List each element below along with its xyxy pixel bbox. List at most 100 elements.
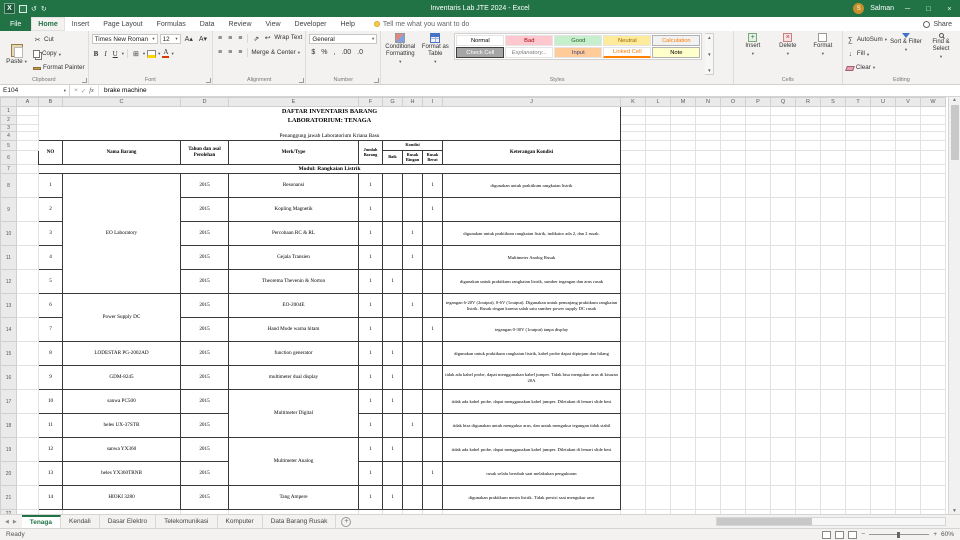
empty-cell[interactable] [820,317,846,342]
zoom-level[interactable]: 60% [941,531,954,538]
insert-function-icon[interactable]: fx [89,87,94,94]
empty-cell[interactable] [845,106,871,116]
empty-cell[interactable] [770,413,796,438]
empty-cell[interactable] [795,245,821,270]
empty-cell[interactable] [720,269,746,294]
ribbon-tab-insert[interactable]: Insert [65,17,97,31]
zoom-slider-thumb[interactable] [897,531,901,538]
cell-A14[interactable] [16,317,39,342]
delete-cells-button[interactable]: × Delete ▾ [772,33,804,75]
empty-cell[interactable] [770,269,796,294]
empty-cell[interactable] [720,164,746,174]
empty-cell[interactable] [745,221,771,246]
row-header-21[interactable]: 21 [0,485,17,510]
empty-cell[interactable] [870,164,896,174]
row-header-13[interactable]: 13 [0,293,17,318]
cell-keterangan[interactable]: digunakan praktikum mesin listrik. Tidak… [442,485,621,510]
cell-tahun[interactable]: 2015 [180,413,229,438]
clipboard-dialog-launcher[interactable] [81,78,87,83]
empty-cell[interactable] [695,317,721,342]
cell-nama-barang[interactable]: LODESTAR PG-2002AD [62,341,181,366]
cell-keterangan[interactable]: digunakan untuk praktikum rangkaian list… [442,221,621,246]
empty-cell[interactable] [645,389,671,414]
empty-cell[interactable] [770,115,796,125]
empty-cell[interactable] [870,485,896,510]
user-avatar[interactable]: S [853,3,865,14]
empty-cell[interactable] [895,389,921,414]
decrease-decimal-button[interactable]: .0 [355,49,365,56]
col-header-M[interactable]: M [670,97,696,107]
cell-nama-barang[interactable]: HIOKI 3280 [62,485,181,510]
header-rusak-berat[interactable]: Rusak Berat [422,150,443,165]
cancel-entry-icon[interactable]: × [74,87,78,94]
empty-cell[interactable] [820,106,846,116]
cell-keterangan[interactable]: tidak ada kabel probe, dapat menggunakan… [442,389,621,414]
empty-cell[interactable] [645,197,671,222]
empty-cell[interactable] [920,124,946,132]
col-header-U[interactable]: U [870,97,896,107]
empty-cell[interactable] [695,245,721,270]
cell-tahun[interactable]: 2015 [180,461,229,486]
empty-cell[interactable] [795,221,821,246]
cell-no[interactable]: 8 [38,341,63,366]
empty-cell[interactable] [795,293,821,318]
percent-style-button[interactable]: % [319,49,329,56]
cell-jumlah[interactable]: 1 [358,269,383,294]
empty-cell[interactable] [770,341,796,366]
cut-button[interactable]: ✂ Cut [33,36,85,45]
cell-rusak-ringan[interactable]: 1 [402,413,423,438]
empty-cell[interactable] [870,221,896,246]
empty-cell[interactable] [795,341,821,366]
empty-cell[interactable] [645,131,671,141]
empty-cell[interactable] [620,269,646,294]
empty-cell[interactable] [695,150,721,165]
cell-nama-barang[interactable]: EO Laboratory [62,173,181,294]
empty-cell[interactable] [745,140,771,151]
empty-cell[interactable] [745,245,771,270]
empty-cell[interactable] [620,140,646,151]
cell-rusak-ringan[interactable] [402,269,423,294]
cell-merk-type[interactable]: Multimeter Digital [228,389,359,438]
empty-cell[interactable] [745,317,771,342]
cell-merk-type[interactable]: Hand Mode warna hitam [228,317,359,342]
empty-cell[interactable] [920,164,946,174]
col-header-O[interactable]: O [720,97,746,107]
col-header-B[interactable]: B [38,97,63,107]
col-header-V[interactable]: V [895,97,921,107]
empty-cell[interactable] [820,413,846,438]
empty-cell[interactable] [795,164,821,174]
empty-cell[interactable] [620,197,646,222]
empty-cell[interactable] [720,365,746,390]
empty-cell[interactable] [670,341,696,366]
cell-A12[interactable] [16,269,39,294]
cell-rusak-ringan[interactable] [402,485,423,510]
empty-cell[interactable] [845,485,871,510]
confirm-entry-icon[interactable]: ✓ [81,87,86,95]
ribbon-tab-formulas[interactable]: Formulas [150,17,193,31]
share-button[interactable]: Share [915,17,960,31]
empty-cell[interactable] [895,269,921,294]
empty-cell[interactable] [895,461,921,486]
empty-cell[interactable] [870,293,896,318]
empty-cell[interactable] [745,341,771,366]
row-header-11[interactable]: 11 [0,245,17,270]
cell-rusak-berat[interactable] [422,221,443,246]
empty-cell[interactable] [695,437,721,462]
row-header-10[interactable]: 10 [0,221,17,246]
empty-cell[interactable] [895,245,921,270]
fill-color-button[interactable] [147,49,157,58]
cell-rusak-ringan[interactable] [402,389,423,414]
cell-baik[interactable] [382,461,403,486]
cell-merk-type[interactable]: Multimeter Analog [228,437,359,486]
empty-cell[interactable] [695,293,721,318]
empty-cell[interactable] [695,269,721,294]
empty-cell[interactable] [745,461,771,486]
col-header-P[interactable]: P [745,97,771,107]
gallery-up-icon[interactable]: ▲ [707,35,711,40]
empty-cell[interactable] [795,461,821,486]
row-header-6[interactable]: 6 [0,150,17,165]
empty-cell[interactable] [745,131,771,141]
empty-cell[interactable] [770,124,796,132]
cell-style-normal[interactable]: Normal [456,35,505,46]
cell-merk-type[interactable]: Kopling Magnetik [228,197,359,222]
